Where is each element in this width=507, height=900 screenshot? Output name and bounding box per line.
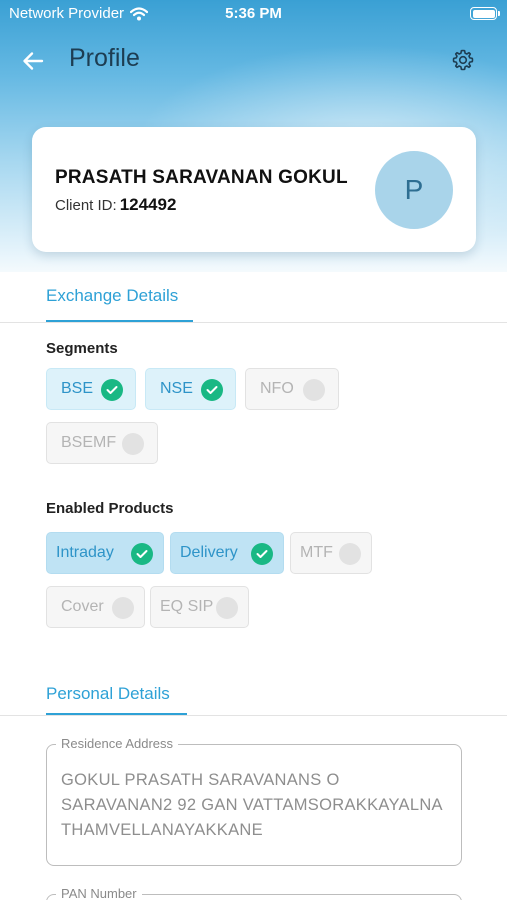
pan-number-label: PAN Number — [56, 886, 142, 900]
gear-icon — [452, 49, 474, 71]
avatar[interactable]: P — [375, 151, 453, 229]
chip-label: BSEMF — [61, 434, 117, 451]
product-chip-intraday[interactable]: Intraday — [46, 532, 164, 574]
chip-label: BSE — [61, 380, 94, 397]
section-divider — [0, 715, 507, 716]
check-icon — [251, 543, 273, 565]
chip-label: MTF — [300, 544, 333, 561]
profile-card: PRASATH SARAVANAN GOKUL Client ID: 124492… — [32, 127, 476, 252]
product-chip-eq-sip[interactable]: EQ SIP — [150, 586, 249, 628]
profile-name: PRASATH SARAVANAN GOKUL — [55, 167, 348, 188]
segment-chip-nfo[interactable]: NFO — [245, 368, 339, 410]
client-id-label: Client ID: — [55, 197, 117, 214]
status-time: 5:36 PM — [225, 5, 282, 22]
tab-exchange-details[interactable]: Exchange Details — [46, 286, 178, 306]
products-heading: Enabled Products — [46, 500, 174, 517]
status-bar: Network Provider 5:36 PM — [0, 0, 507, 28]
unchecked-indicator — [216, 597, 238, 619]
unchecked-indicator — [339, 543, 361, 565]
client-id-row: Client ID: 124492 — [55, 195, 176, 215]
client-id-value: 124492 — [119, 195, 177, 214]
chip-label: Cover — [61, 598, 104, 615]
check-icon — [101, 379, 123, 401]
tab-personal-details[interactable]: Personal Details — [46, 684, 170, 704]
segment-chip-bse[interactable]: BSE — [46, 368, 136, 410]
unchecked-indicator — [122, 433, 144, 455]
product-chip-mtf[interactable]: MTF — [290, 532, 372, 574]
chip-label: NSE — [160, 380, 193, 397]
check-icon — [201, 379, 223, 401]
residence-address-label: Residence Address — [56, 736, 179, 751]
product-chip-delivery[interactable]: Delivery — [170, 532, 284, 574]
product-chip-cover[interactable]: Cover — [46, 586, 145, 628]
chip-label: Delivery — [180, 544, 238, 561]
segment-chip-bsemf[interactable]: BSEMF — [46, 422, 158, 464]
check-icon — [131, 543, 153, 565]
chip-label: EQ SIP — [160, 598, 214, 615]
settings-button[interactable] — [448, 45, 478, 75]
unchecked-indicator — [303, 379, 325, 401]
chip-label: NFO — [260, 380, 294, 397]
battery-icon — [470, 7, 500, 20]
residence-address-field[interactable]: Residence Address GOKUL PRASATH SARAVANA… — [46, 736, 462, 866]
page-title: Profile — [69, 44, 140, 72]
arrow-left-icon — [23, 52, 44, 70]
back-button[interactable] — [18, 46, 48, 76]
unchecked-indicator — [112, 597, 134, 619]
section-divider — [0, 322, 507, 323]
segments-heading: Segments — [46, 340, 118, 357]
residence-address-value: GOKUL PRASATH SARAVANANS O SARAVANAN2 92… — [61, 771, 442, 839]
segment-chip-nse[interactable]: NSE — [145, 368, 236, 410]
pan-number-field[interactable]: PAN Number — [46, 886, 462, 900]
chip-label: Intraday — [56, 544, 114, 561]
